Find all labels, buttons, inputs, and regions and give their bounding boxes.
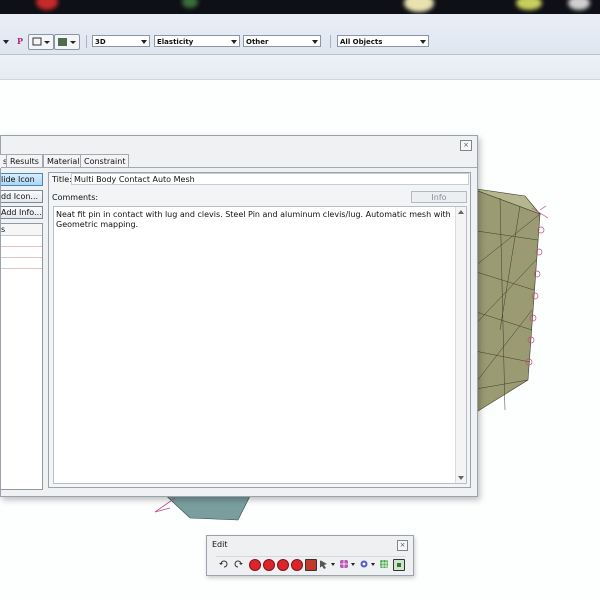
desktop-blob [516, 0, 542, 10]
load-icon [58, 38, 76, 46]
grid-icon[interactable] [379, 559, 389, 569]
scroll-down-icon[interactable] [458, 476, 464, 480]
select-value: 3D [95, 38, 106, 46]
edit-toolbar-window: Edit × [206, 535, 414, 576]
chevron-down-icon [231, 40, 237, 44]
physics-select[interactable]: Elasticity [154, 35, 240, 47]
tab-divider [1, 167, 477, 168]
desktop-background-strip [0, 0, 600, 14]
p-label[interactable]: P [17, 36, 23, 46]
select-value: All Objects [340, 38, 383, 46]
chevron-down-icon[interactable] [371, 563, 375, 566]
edit-tools-row [216, 556, 406, 571]
stop-icon[interactable] [263, 559, 275, 571]
toolbar-row: P 3D Elasticity Other All Objects [0, 32, 600, 52]
add-icon-button[interactable]: dd Icon... [1, 190, 43, 203]
chevron-down-icon[interactable] [331, 563, 335, 566]
secondary-toolbar [0, 55, 600, 80]
constraint-tool-button[interactable] [28, 34, 54, 50]
add-info-button[interactable]: Add Info... [1, 206, 43, 219]
other-select[interactable]: Other [243, 35, 321, 47]
desktop-blob [404, 0, 434, 12]
select-value: Elasticity [157, 38, 194, 46]
title-field[interactable]: Multi Body Contact Auto Mesh [71, 173, 469, 185]
fit-icon[interactable] [393, 559, 405, 571]
toolbar-separator [330, 35, 331, 48]
stop-icon[interactable] [249, 559, 261, 571]
close-icon[interactable]: × [460, 140, 472, 151]
analysis-type-select[interactable]: 3D [92, 35, 150, 47]
pointer-icon[interactable] [319, 559, 329, 569]
scroll-up-icon[interactable] [458, 210, 464, 214]
select-value: Other [246, 38, 269, 46]
list-item[interactable] [1, 247, 42, 258]
toolbar-separator [86, 35, 87, 48]
comments-label: Comments: [52, 193, 99, 202]
desktop-blob [36, 0, 58, 10]
info-detail-pane: Title: Multi Body Contact Auto Mesh Comm… [48, 172, 471, 488]
tab-material[interactable]: Material [43, 154, 84, 168]
info-button[interactable]: Info [411, 191, 467, 203]
list-item[interactable] [1, 258, 42, 269]
desktop-blob [568, 0, 590, 10]
model-info-dialog: × s Results Material Constraint lide Ico… [0, 135, 478, 497]
redo-icon[interactable] [233, 559, 243, 569]
tab-constraint[interactable]: Constraint [80, 154, 130, 168]
mesh-icon[interactable] [339, 559, 349, 569]
comments-textarea[interactable]: Neat fit pin in contact with lug and cle… [53, 206, 467, 484]
gear-icon[interactable] [359, 559, 369, 569]
hide-icon-button[interactable]: lide Icon [1, 173, 43, 186]
stop-icon[interactable] [277, 559, 289, 571]
stop-icon[interactable] [291, 559, 303, 571]
list-header: s [1, 224, 42, 236]
chevron-down-icon[interactable] [351, 563, 355, 566]
title-label: Title: [52, 175, 72, 184]
chevron-down-icon [420, 40, 426, 44]
list-item[interactable] [1, 236, 42, 247]
comments-scrollbar[interactable] [455, 207, 466, 483]
chevron-down-icon [141, 40, 147, 44]
desktop-blob [182, 0, 198, 8]
chevron-down-icon[interactable] [3, 40, 9, 44]
edit-window-title: Edit [212, 540, 228, 549]
info-list[interactable]: s [1, 223, 43, 490]
load-tool-button[interactable] [54, 34, 80, 50]
main-toolbar: P 3D Elasticity Other All Objects [0, 14, 600, 55]
tab-results[interactable]: Results [6, 154, 43, 168]
undo-icon[interactable] [219, 559, 229, 569]
object-filter-select[interactable]: All Objects [337, 35, 429, 47]
box-icon[interactable] [305, 559, 317, 571]
close-icon[interactable]: × [397, 540, 408, 551]
chevron-down-icon [312, 40, 318, 44]
comments-text: Neat fit pin in contact with lug and cle… [56, 210, 451, 229]
constraint-icon [32, 37, 50, 46]
